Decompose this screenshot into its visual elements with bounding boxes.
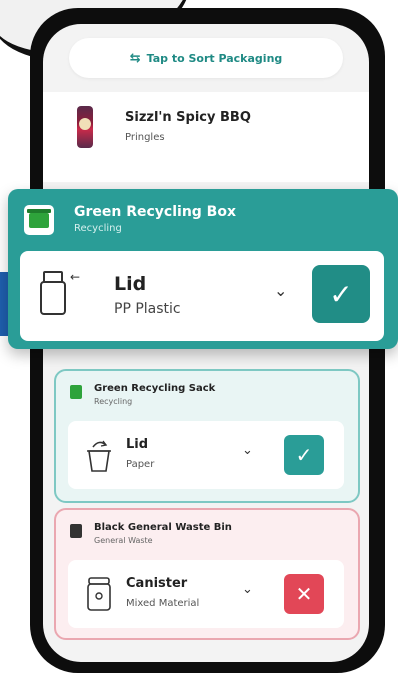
packaging-item-material: Mixed Material <box>126 598 200 609</box>
packaging-item-name: Lid <box>126 437 149 452</box>
highlight-item-material: PP Plastic <box>114 301 181 317</box>
reject-cross-button[interactable]: ✕ <box>284 574 324 614</box>
recycling-sack-icon <box>70 385 82 399</box>
bin-title: Green Recycling Sack <box>94 383 216 394</box>
product-name: Sizzl'n Spicy BBQ <box>125 110 251 125</box>
product-row: Sizzl'n Spicy BBQ Pringles <box>43 92 369 182</box>
highlight-item-name: Lid <box>114 273 147 295</box>
product-brand: Pringles <box>125 132 165 143</box>
highlight-packaging-item-row: ← Lid PP Plastic ⌄ ✓ <box>20 251 384 341</box>
bin-subtitle: General Waste <box>94 536 153 545</box>
paper-cup-lid-icon <box>87 440 111 472</box>
chevron-down-icon[interactable]: ⌄ <box>242 582 253 597</box>
packaging-item-row: Lid Paper ⌄ ✓ <box>68 421 344 489</box>
bin-title: Black General Waste Bin <box>94 522 232 533</box>
bin-card-black-general-waste: Black General Waste Bin General Waste Ca… <box>54 508 360 640</box>
confirm-check-button[interactable]: ✓ <box>312 265 370 323</box>
packaging-item-name: Canister <box>126 576 188 591</box>
waste-bin-icon <box>70 524 82 538</box>
sort-packaging-button[interactable]: ⇆ Tap to Sort Packaging <box>69 38 343 78</box>
sort-arrows-icon: ⇆ <box>129 50 141 66</box>
highlight-bin-subtitle: Recycling <box>74 223 122 234</box>
confirm-check-button[interactable]: ✓ <box>284 435 324 475</box>
recycling-box-icon <box>24 205 54 235</box>
sort-packaging-label: Tap to Sort Packaging <box>146 51 283 65</box>
chevron-down-icon[interactable]: ⌄ <box>274 281 287 300</box>
canister-icon <box>87 577 111 611</box>
chevron-down-icon[interactable]: ⌄ <box>242 443 253 458</box>
highlight-bin-title: Green Recycling Box <box>74 204 237 220</box>
highlight-bin-card-green-recycling-box: Green Recycling Box Recycling ← Lid PP P… <box>8 189 398 349</box>
bin-subtitle: Recycling <box>94 397 133 406</box>
jar-lid-icon: ← <box>40 270 80 315</box>
bin-card-green-recycling-sack: Green Recycling Sack Recycling Lid Paper… <box>54 369 360 503</box>
pringles-can-icon <box>77 106 93 148</box>
packaging-item-material: Paper <box>126 459 155 470</box>
packaging-item-row: Canister Mixed Material ⌄ ✕ <box>68 560 344 628</box>
